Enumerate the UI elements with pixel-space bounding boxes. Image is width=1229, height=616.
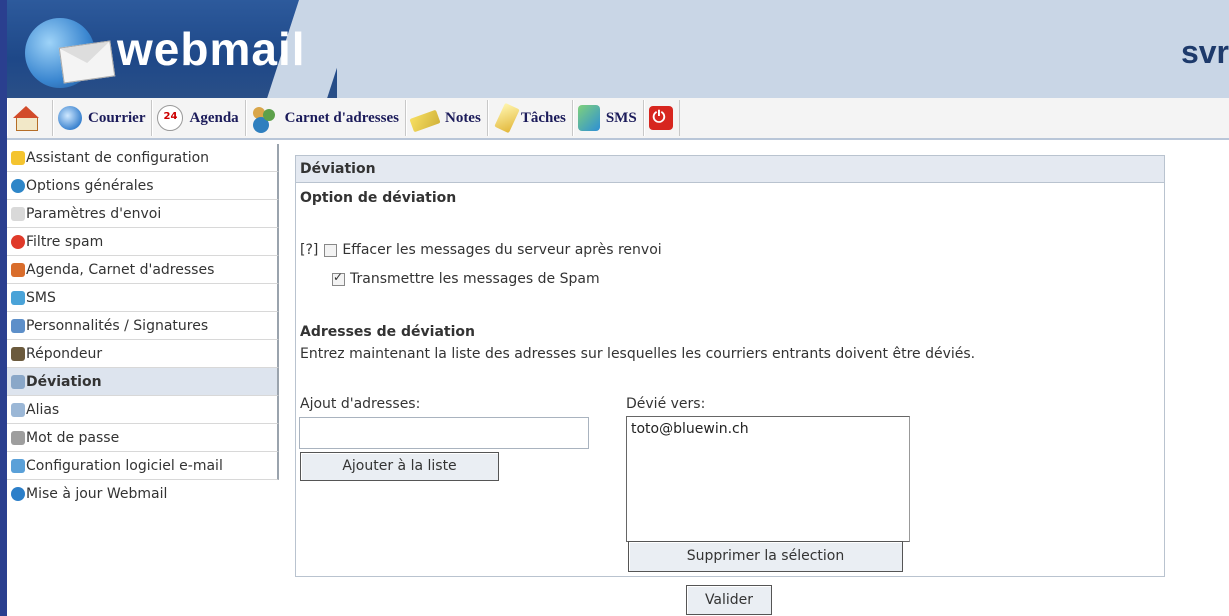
send-icon	[11, 206, 25, 221]
option-spam-row: Transmettre les messages de Spam	[332, 270, 600, 287]
info-icon	[11, 486, 25, 501]
calendar-icon	[157, 105, 184, 131]
email-config-icon	[11, 458, 25, 473]
main-toolbar: Courrier Agenda Carnet d'adresses Notes …	[7, 98, 1229, 140]
toolbar-sms[interactable]: SMS	[572, 100, 644, 136]
toolbar-carnet[interactable]: Carnet d'adresses	[245, 100, 406, 136]
delete-after-forward-checkbox[interactable]	[324, 243, 338, 257]
gear-icon	[11, 178, 25, 193]
option-delete-row: [?] Effacer les messages du serveur aprè…	[300, 242, 662, 258]
addresses-heading: Adresses de déviation	[300, 324, 475, 340]
deviation-panel: Déviation Option de déviation [?] Efface…	[295, 155, 1165, 577]
forward-spam-label: Transmettre les messages de Spam	[350, 271, 600, 287]
contacts-icon	[11, 262, 25, 277]
sidebar-item-envoi[interactable]: Paramètres d'envoi	[7, 200, 279, 228]
toolbar-label: Tâches	[520, 109, 566, 126]
toolbar-courrier[interactable]: Courrier	[53, 100, 153, 136]
sidebar-item-repondeur[interactable]: Répondeur	[7, 340, 279, 368]
power-icon	[648, 106, 673, 130]
sidebar-item-label: Assistant de configuration	[26, 149, 210, 166]
forward-spam-checkbox[interactable]	[332, 270, 345, 286]
envelope-icon	[58, 40, 116, 84]
toolbar-label: Notes	[444, 109, 481, 126]
left-edge-bar	[0, 0, 7, 616]
toolbar-notes[interactable]: Notes	[405, 100, 488, 136]
signature-icon	[11, 318, 25, 333]
add-address-input[interactable]	[299, 417, 589, 449]
sidebar-item-label: Agenda, Carnet d'adresses	[26, 261, 215, 278]
sidebar-item-update[interactable]: Mise à jour Webmail	[7, 480, 279, 507]
sidebar-item-alias[interactable]: Alias	[7, 396, 279, 424]
toolbar-taches[interactable]: Tâches	[487, 100, 573, 136]
toolbar-label: Courrier	[88, 109, 146, 126]
app-header: webmail svr	[7, 0, 1229, 98]
sidebar-item-password[interactable]: Mot de passe	[7, 424, 279, 452]
key-icon	[11, 430, 25, 445]
server-name: svr	[1180, 34, 1229, 70]
wizard-icon	[11, 150, 25, 165]
mail-icon	[58, 106, 82, 130]
sidebar-item-deviation[interactable]: Déviation	[7, 368, 279, 396]
add-to-list-button[interactable]: Ajouter à la liste	[300, 452, 499, 481]
toolbar-home[interactable]	[7, 100, 53, 136]
sidebar-item-config-email[interactable]: Configuration logiciel e-mail	[7, 452, 279, 480]
sidebar-item-label: Paramètres d'envoi	[26, 205, 162, 222]
sidebar-item-label: Déviation	[26, 373, 102, 390]
sidebar-item-label: Configuration logiciel e-mail	[26, 457, 223, 474]
sms-icon	[577, 105, 600, 131]
sidebar-item-label: Options générales	[26, 177, 154, 194]
help-link[interactable]: [?]	[300, 242, 318, 258]
notes-icon	[409, 109, 441, 133]
sidebar-item-label: Personnalités / Signatures	[26, 317, 209, 334]
settings-sidebar: Assistant de configuration Options génér…	[7, 144, 279, 507]
add-address-label: Ajout d'adresses:	[300, 396, 421, 412]
sidebar-item-sms[interactable]: SMS	[7, 284, 279, 312]
sidebar-item-spam[interactable]: Filtre spam	[7, 228, 279, 256]
sidebar-item-assistant[interactable]: Assistant de configuration	[7, 144, 279, 172]
sidebar-item-label: Répondeur	[26, 345, 103, 362]
toolbar-agenda[interactable]: Agenda	[152, 100, 246, 136]
sidebar-item-label: Alias	[26, 401, 60, 418]
home-icon	[12, 105, 40, 131]
sidebar-item-agenda[interactable]: Agenda, Carnet d'adresses	[7, 256, 279, 284]
validate-button[interactable]: Valider	[686, 585, 772, 615]
tasks-icon	[494, 102, 520, 134]
toolbar-label: SMS	[605, 109, 637, 126]
toolbar-label: Carnet d'adresses	[284, 109, 399, 126]
sms-icon	[11, 290, 25, 305]
list-item[interactable]: toto@bluewin.ch	[631, 421, 905, 437]
option-heading: Option de déviation	[300, 190, 457, 206]
spam-filter-icon	[11, 234, 25, 249]
responder-icon	[11, 346, 25, 361]
sidebar-item-signatures[interactable]: Personnalités / Signatures	[7, 312, 279, 340]
sidebar-item-label: Mot de passe	[26, 429, 120, 446]
panel-title: Déviation	[296, 156, 1164, 183]
remove-selection-button[interactable]: Supprimer la sélection	[628, 541, 903, 572]
delete-after-forward-label: Effacer les messages du serveur après re…	[342, 242, 662, 258]
sidebar-item-label: Mise à jour Webmail	[26, 485, 168, 502]
brand-logo-text: webmail	[117, 23, 306, 75]
toolbar-logout[interactable]	[643, 100, 680, 136]
forward-to-label: Dévié vers:	[626, 396, 706, 412]
forward-address-list[interactable]: toto@bluewin.ch	[626, 416, 910, 542]
sidebar-item-label: Filtre spam	[26, 233, 104, 250]
sidebar-item-label: SMS	[26, 289, 56, 306]
contacts-icon	[251, 105, 279, 131]
toolbar-label: Agenda	[189, 109, 239, 126]
sidebar-item-options[interactable]: Options générales	[7, 172, 279, 200]
alias-icon	[11, 402, 25, 417]
forward-icon	[11, 374, 25, 389]
addresses-description: Entrez maintenant la liste des adresses …	[300, 346, 976, 362]
